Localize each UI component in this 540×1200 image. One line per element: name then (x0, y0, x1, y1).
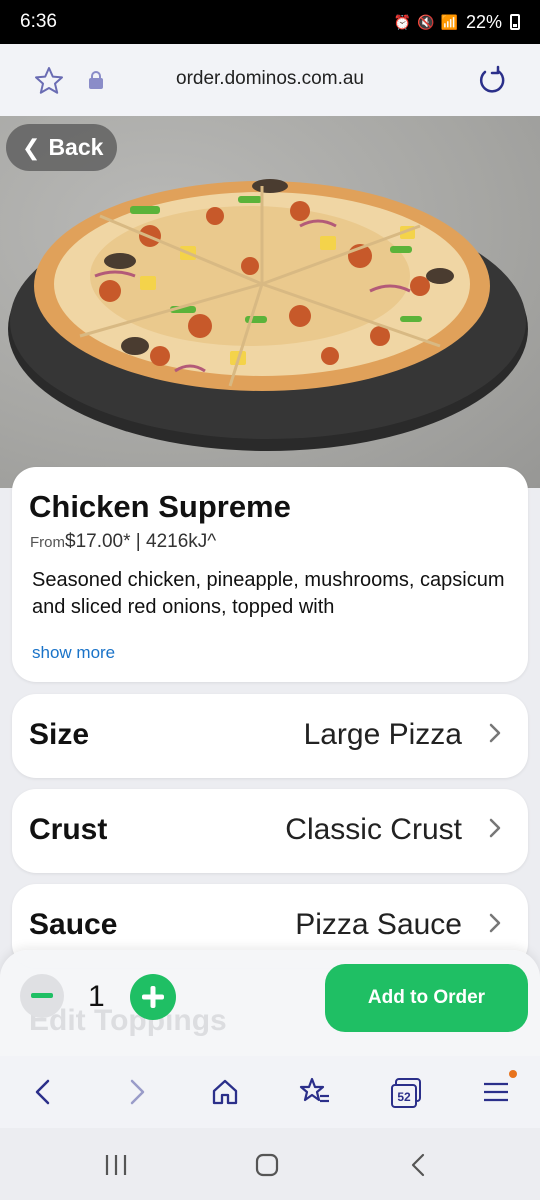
option-value: Large Pizza (303, 718, 462, 751)
product-description: Seasoned chicken, pineapple, mushrooms, … (32, 569, 505, 618)
decrease-quantity-button[interactable] (20, 974, 64, 1018)
back-arrow-icon[interactable] (28, 1076, 60, 1108)
chevron-right-icon (489, 913, 501, 933)
back-label: Back (48, 134, 104, 160)
option-label: Sauce (29, 908, 118, 941)
product-info-card: Chicken Supreme From$17.00* | 4216kJ^ Se… (12, 467, 528, 682)
chevron-right-icon (489, 723, 501, 743)
pizza-image (0, 116, 540, 488)
product-title: Chicken Supreme (29, 489, 291, 524)
forward-arrow-icon[interactable] (120, 1076, 152, 1108)
option-label: Size (29, 718, 90, 751)
add-to-order-button[interactable]: Add to Order (325, 964, 528, 1032)
system-nav-bar (0, 1128, 540, 1200)
url-bar: order.dominos.com.au (0, 44, 540, 116)
price-line: From$17.00* | 4216kJ^ (30, 531, 216, 553)
increase-quantity-button[interactable] (130, 974, 176, 1020)
reload-icon[interactable] (476, 65, 508, 97)
url-address[interactable]: order.dominos.com.au (0, 68, 540, 90)
battery-icon (510, 14, 520, 30)
status-bar: 6:36 ⏰ 🔇 📶 22% (0, 0, 540, 44)
menu-notification-dot (509, 1070, 517, 1078)
option-value: Pizza Sauce (295, 908, 462, 941)
alarm-icon: ⏰ (393, 13, 412, 30)
status-icons: ⏰ 🔇 📶 (394, 14, 458, 31)
chevron-right-icon (489, 818, 501, 838)
plus-icon (142, 986, 164, 1008)
minus-icon (31, 993, 53, 998)
quantity-value: 1 (88, 980, 105, 1013)
option-label: Crust (29, 813, 108, 846)
size-option-row[interactable]: Size Large Pizza (12, 694, 528, 778)
mute-icon: 🔇 (417, 13, 435, 30)
show-more-link[interactable]: show more (32, 643, 115, 663)
crust-option-row[interactable]: Crust Classic Crust (12, 789, 528, 873)
tabs-button[interactable]: 52 (389, 1076, 423, 1110)
bookmarks-icon[interactable] (299, 1076, 331, 1108)
home-icon[interactable] (209, 1076, 241, 1108)
chevron-left-icon: ❮ (22, 134, 41, 160)
menu-icon[interactable] (480, 1076, 512, 1108)
back-button[interactable]: ❮ Back (6, 124, 117, 171)
browser-nav-bar: 52 (0, 1056, 540, 1128)
wifi-icon: 📶 (440, 13, 458, 30)
recent-apps-icon[interactable] (103, 1152, 129, 1178)
home-button-icon[interactable] (254, 1152, 280, 1178)
price-prefix: From (30, 534, 65, 551)
tab-count: 52 (397, 1090, 411, 1104)
price-value: $17.00* | 4216kJ^ (65, 531, 217, 552)
system-back-icon[interactable] (406, 1152, 432, 1178)
battery-percent: 22% (465, 11, 502, 32)
status-time: 6:36 (20, 11, 57, 32)
option-value: Classic Crust (285, 813, 462, 846)
